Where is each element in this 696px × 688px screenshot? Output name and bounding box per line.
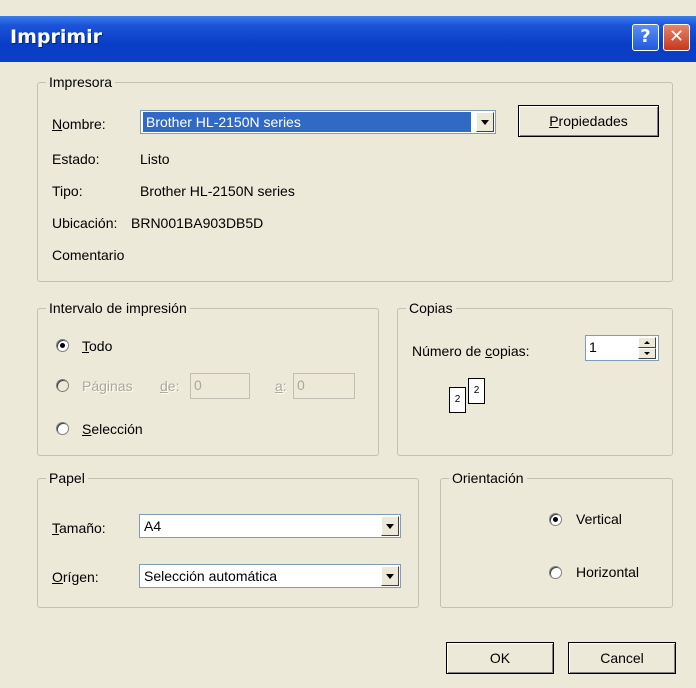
radio-all[interactable] [56,339,69,352]
printer-name-label: Nombre: [52,116,106,132]
close-button[interactable]: ✕ [663,24,690,51]
orientation-group: Orientación [440,469,673,608]
type-label: Tipo: [52,183,83,199]
to-page-input: 0 [293,373,355,399]
radio-all-label[interactable]: Todo [82,337,112,355]
status-label: Estado: [52,151,100,167]
radio-landscape[interactable] [549,566,562,579]
paper-group-label: Papel [46,469,88,487]
radio-pages [56,379,69,392]
title-bar[interactable]: Imprimir ? ✕ [0,16,696,62]
location-label: Ubicación: [52,215,118,231]
from-label: de: [160,378,180,394]
radio-selection-label[interactable]: Selección [82,420,143,438]
paper-source-select[interactable]: Selección automática [139,564,401,588]
radio-landscape-label[interactable]: Horizontal [576,563,639,581]
spinner-up-button[interactable] [638,337,656,348]
to-label: a: [275,378,287,394]
dialog-title: Imprimir [10,26,103,48]
orientation-group-label: Orientación [449,469,527,487]
printer-name-select[interactable]: Brother HL-2150N series [140,110,496,134]
chevron-down-icon[interactable] [381,516,399,536]
paper-size-label: Tamaño: [52,520,106,536]
type-value: Brother HL-2150N series [140,183,295,199]
printer-group-label: Impresora [46,73,116,91]
collate-page-back: 2 [468,378,485,404]
radio-portrait[interactable] [549,513,562,526]
paper-size-value: A4 [144,518,162,534]
radio-portrait-label[interactable]: Vertical [576,510,622,528]
location-value: BRN001BA903DB5D [131,215,264,231]
paper-source-value: Selección automática [144,568,278,584]
help-button[interactable]: ? [632,24,659,51]
printer-name-value: Brother HL-2150N series [143,112,471,132]
chevron-down-icon[interactable] [476,112,494,132]
print-dialog: Imprimir ? ✕ Impresora Nombre: Brother H… [0,0,696,688]
status-value: Listo [140,151,170,167]
paper-size-select[interactable]: A4 [139,514,401,538]
collate-icon: 2 2 [439,378,489,428]
ok-button[interactable]: OK [446,642,554,674]
spinner-down-button[interactable] [638,348,656,359]
print-range-group-label: Intervalo de impresión [46,299,190,317]
collate-page-front: 2 [449,387,466,413]
radio-pages-label: Páginas [82,378,133,394]
properties-button[interactable]: Propiedades [518,105,659,137]
radio-selection[interactable] [56,422,69,435]
copies-group-label: Copias [406,299,456,317]
from-page-input: 0 [190,373,250,399]
cancel-button[interactable]: Cancel [568,642,676,674]
copies-count-label: Número de copias: [412,343,530,359]
comment-label: Comentario [52,247,125,263]
chevron-down-icon[interactable] [381,566,399,586]
paper-group: Papel [37,469,419,608]
paper-source-label: Orígen: [52,569,99,585]
